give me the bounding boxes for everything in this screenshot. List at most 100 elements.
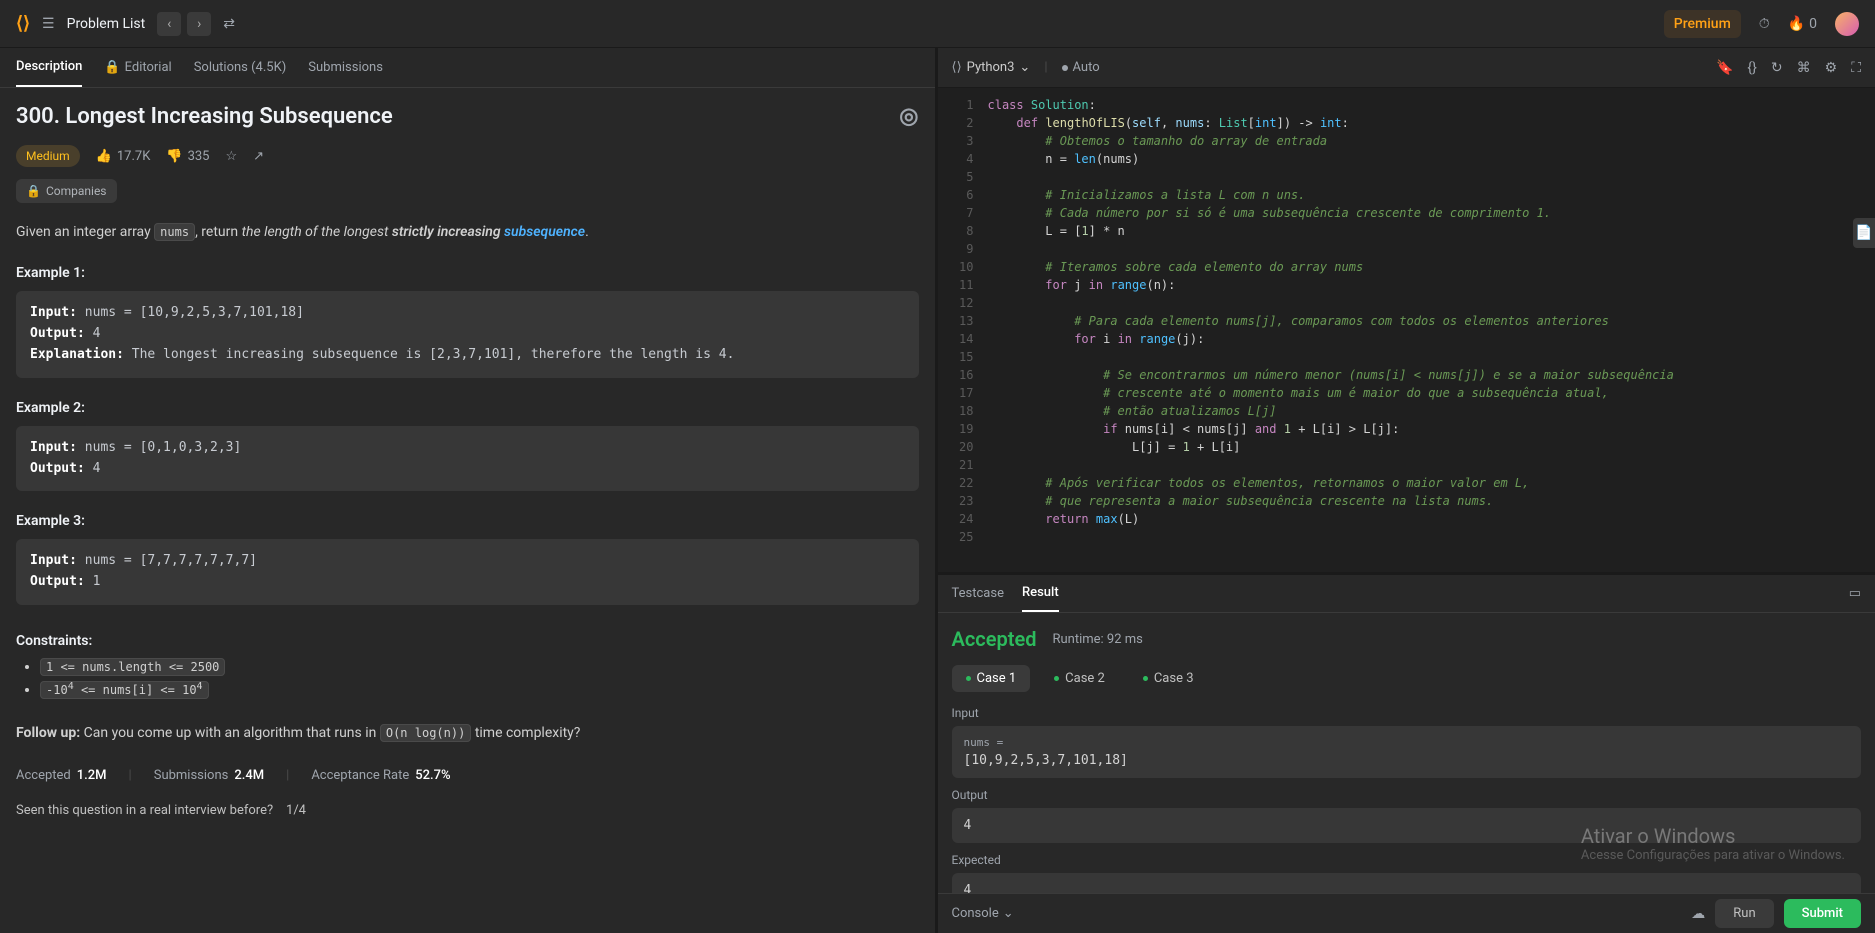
companies-button[interactable]: 🔒Companies <box>16 179 117 203</box>
status-dot-icon <box>1143 676 1148 681</box>
bottom-section: Testcase Result ▭ Accepted Runtime: 92 m… <box>938 572 1875 933</box>
console-toggle[interactable]: Console ⌄ <box>952 906 1014 921</box>
prev-problem-button[interactable]: ‹ <box>157 12 181 36</box>
side-handle-icon[interactable]: 📄 <box>1853 218 1875 248</box>
example-1-block: Input: nums = [10,9,2,5,3,7,101,18] Outp… <box>16 291 919 377</box>
problem-title: 300. Longest Increasing Subsequence <box>16 104 393 129</box>
timer-icon[interactable]: ⏱ <box>1759 16 1770 32</box>
menu-icon[interactable]: ☰ <box>42 16 55 32</box>
left-panel: Description 🔒Editorial Solutions (4.5K) … <box>0 48 938 933</box>
problem-title-row: 300. Longest Increasing Subsequence ◎ <box>16 104 919 129</box>
lock-icon: 🔒 <box>26 184 41 198</box>
settings-icon[interactable]: ⚙ <box>1825 60 1838 76</box>
nav-arrows: ‹ › <box>157 12 211 36</box>
example-2-label: Example 2: <box>16 400 919 416</box>
constraints-title: Constraints: <box>16 633 919 649</box>
acceptance-rate-stat: Acceptance Rate52.7% <box>311 768 450 783</box>
next-problem-button[interactable]: › <box>187 12 211 36</box>
avatar[interactable] <box>1835 12 1859 36</box>
output-label: Output <box>952 788 1862 802</box>
interview-question: Seen this question in a real interview b… <box>16 803 919 818</box>
line-gutter: 1234567891011121314151617181920212223242… <box>938 88 982 572</box>
fullscreen-icon[interactable]: ⛶ <box>1851 60 1861 76</box>
tab-testcase[interactable]: Testcase <box>952 575 1004 612</box>
input-value: [10,9,2,5,3,7,101,18] <box>964 753 1850 768</box>
tab-solutions[interactable]: Solutions (4.5K) <box>194 48 287 87</box>
submissions-stat: Submissions2.4M <box>154 768 264 783</box>
action-buttons: ☁ Run Submit <box>1691 899 1861 928</box>
language-selector[interactable]: ⟨⟩ Python3 ⌄ <box>952 60 1031 75</box>
status-row: Accepted Runtime: 92 ms <box>952 627 1862 651</box>
runtime-text: Runtime: 92 ms <box>1052 632 1142 647</box>
output-block: 4 <box>952 808 1862 843</box>
status-dot-icon <box>1054 676 1059 681</box>
logo-icon[interactable]: ⟨⟩ <box>16 13 30 34</box>
autocomplete-toggle[interactable]: Auto <box>1062 60 1100 75</box>
stats-footer: Accepted1.2M | Submissions2.4M | Accepta… <box>16 768 919 783</box>
editor-header-left: ⟨⟩ Python3 ⌄ | Auto <box>952 60 1100 75</box>
streak-icon[interactable]: 🔥 0 <box>1788 16 1817 32</box>
shuffle-icon[interactable]: ⇄ <box>223 16 235 32</box>
difficulty-badge: Medium <box>16 145 80 167</box>
lock-icon: 🔒 <box>104 60 120 75</box>
top-bar: ⟨⟩ ☰ Problem List ‹ › ⇄ Premium ⏱ 🔥 0 <box>0 0 1875 48</box>
reset-icon[interactable]: ↻ <box>1771 60 1783 76</box>
example-3-label: Example 3: <box>16 513 919 529</box>
dislikes-stat[interactable]: 👎 335 <box>166 149 209 164</box>
case-2-tab[interactable]: Case 2 <box>1040 665 1119 692</box>
example-2-block: Input: nums = [0,1,0,3,2,3] Output: 4 <box>16 426 919 492</box>
expected-label: Expected <box>952 853 1862 867</box>
code-body[interactable]: class Solution: def lengthOfLIS(self, nu… <box>982 88 1875 572</box>
top-right-group: Premium ⏱ 🔥 0 <box>1664 10 1859 38</box>
editor-icons: 🔖 {} ↻ ⌘ ⚙ ⛶ <box>1716 60 1861 76</box>
tab-description[interactable]: Description <box>16 48 82 87</box>
case-3-tab[interactable]: Case 3 <box>1129 665 1208 692</box>
submit-button[interactable]: Submit <box>1784 899 1861 928</box>
input-label: Input <box>952 706 1862 720</box>
constraints-list: 1 <= nums.length <= 2500 -104 <= nums[i]… <box>16 659 919 698</box>
share-icon[interactable]: ↗ <box>253 149 264 164</box>
retrieve-icon[interactable]: ⌘ <box>1797 60 1811 76</box>
main-split: Description 🔒Editorial Solutions (4.5K) … <box>0 48 1875 933</box>
example-3-block: Input: nums = [7,7,7,7,7,7,7] Output: 1 <box>16 539 919 605</box>
hint-icon[interactable]: ◎ <box>899 104 918 129</box>
case-tabs: Case 1 Case 2 Case 3 <box>952 665 1862 692</box>
bookmark-icon[interactable]: 🔖 <box>1716 60 1733 76</box>
right-panel: ⟨⟩ Python3 ⌄ | Auto 🔖 {} ↻ ⌘ ⚙ ⛶ 1234567… <box>938 48 1875 933</box>
accepted-stat: Accepted1.2M <box>16 768 107 783</box>
minimize-icon[interactable]: ▭ <box>1849 586 1861 601</box>
subsequence-link[interactable]: subsequence <box>504 224 585 240</box>
console-bar: Console ⌄ ☁ Run Submit <box>938 893 1875 933</box>
chevron-down-icon: ⌄ <box>1003 906 1014 921</box>
chevron-down-icon: ⌄ <box>1019 60 1030 75</box>
result-tabs: Testcase Result ▭ <box>938 575 1875 613</box>
editor-header: ⟨⟩ Python3 ⌄ | Auto 🔖 {} ↻ ⌘ ⚙ ⛶ <box>938 48 1875 88</box>
result-body: Accepted Runtime: 92 ms Case 1 Case 2 Ca… <box>938 613 1875 893</box>
problem-list-link[interactable]: Problem List <box>67 16 146 32</box>
meta-row: Medium 👍 17.7K 👎 335 ☆ ↗ <box>16 145 919 167</box>
code-editor[interactable]: 1234567891011121314151617181920212223242… <box>938 88 1875 572</box>
constraint-item: 1 <= nums.length <= 2500 <box>40 659 919 675</box>
status-badge: Accepted <box>952 627 1037 651</box>
problem-description: Given an integer array nums, return the … <box>16 221 919 243</box>
constraint-item: -104 <= nums[i] <= 104 <box>40 681 919 698</box>
tab-editorial[interactable]: 🔒Editorial <box>104 48 171 87</box>
favorite-icon[interactable]: ☆ <box>225 149 237 164</box>
braces-icon[interactable]: {} <box>1747 60 1756 76</box>
status-dot-icon <box>966 676 971 681</box>
status-dot-icon <box>1062 65 1068 71</box>
case-1-tab[interactable]: Case 1 <box>952 665 1031 692</box>
top-left-group: ⟨⟩ ☰ Problem List ‹ › ⇄ <box>16 12 235 36</box>
tab-submissions[interactable]: Submissions <box>308 48 383 87</box>
cloud-icon[interactable]: ☁ <box>1691 906 1705 922</box>
left-tabs: Description 🔒Editorial Solutions (4.5K) … <box>0 48 935 88</box>
expected-block: 4 <box>952 873 1862 893</box>
example-1-label: Example 1: <box>16 265 919 281</box>
followup-text: Follow up: Can you come up with an algor… <box>16 722 919 744</box>
problem-content: 300. Longest Increasing Subsequence ◎ Me… <box>0 88 935 933</box>
input-block: nums = [10,9,2,5,3,7,101,18] <box>952 726 1862 778</box>
premium-button[interactable]: Premium <box>1664 10 1741 38</box>
run-button[interactable]: Run <box>1715 899 1773 928</box>
tab-result[interactable]: Result <box>1022 575 1059 612</box>
likes-stat[interactable]: 👍 17.7K <box>96 149 151 164</box>
